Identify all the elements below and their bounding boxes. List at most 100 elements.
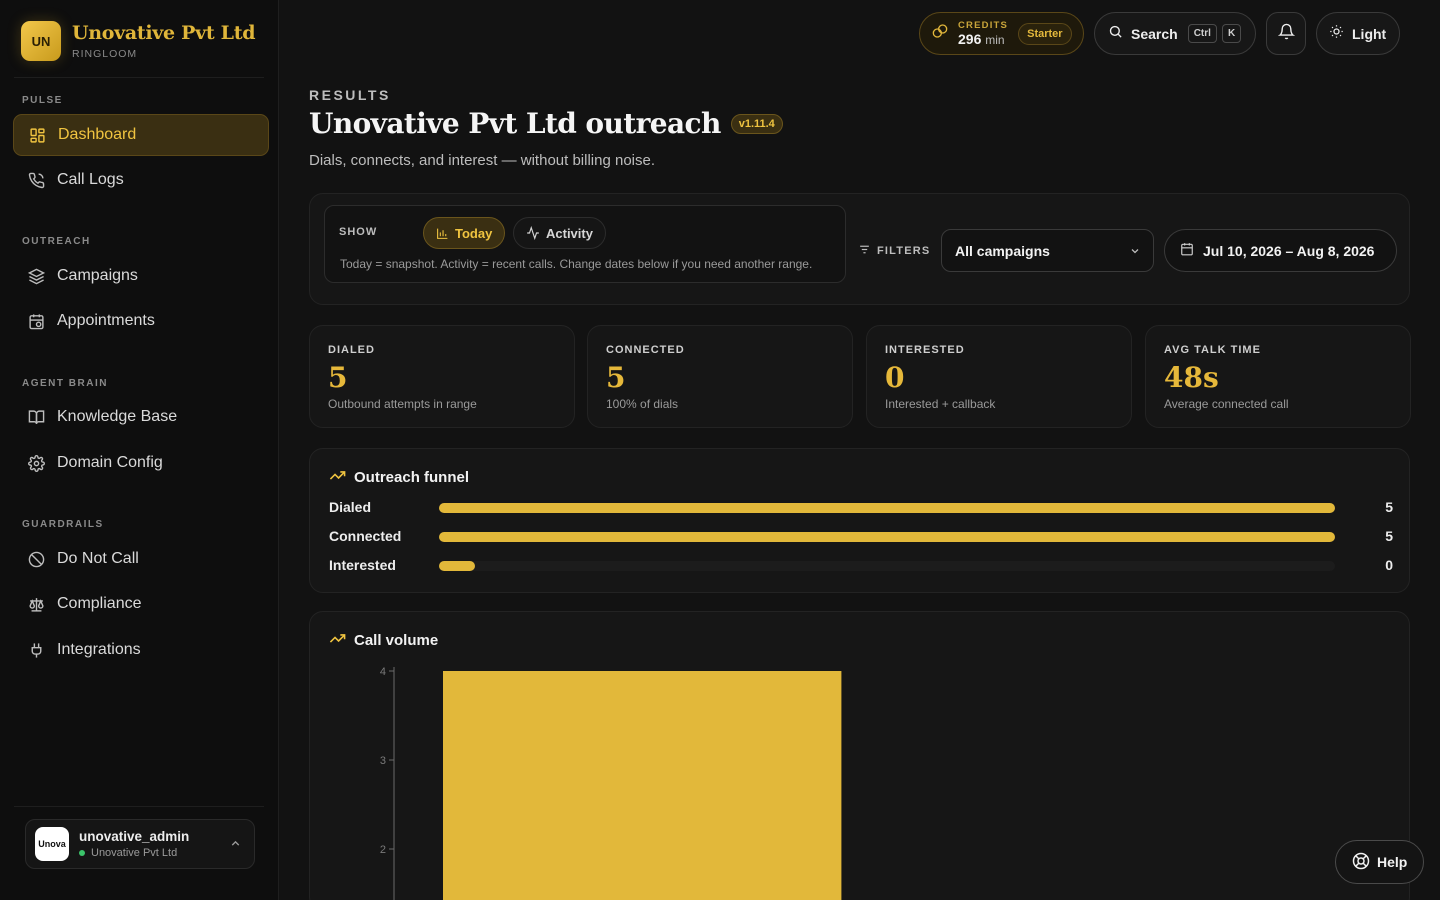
plan-badge: Starter [1018,22,1072,45]
sidebar-item-label: Appointments [57,312,155,329]
funnel-row-label: Connected [329,528,402,544]
activity-toggle[interactable]: Activity [513,217,606,249]
stat-note: 100% of dials [606,397,679,411]
ban-icon [27,550,45,568]
nav-section-agent-brain: AGENT BRAIN [22,378,108,389]
y-tick-label: 4 [380,666,386,678]
stat-card-avg-talk-time: AVG TALK TIME 48s Average connected call [1145,325,1411,428]
gear-icon [27,454,45,472]
sidebar-item-dashboard[interactable]: Dashboard [13,114,269,156]
stat-label: INTERESTED [885,344,965,356]
stat-label: DIALED [328,344,375,356]
sidebar-item-label: Campaigns [57,267,138,284]
sun-icon [1329,24,1344,44]
brand-logo: UN [21,21,61,61]
sidebar-item-knowledge-base[interactable]: Knowledge Base [13,396,269,438]
lifebuoy-icon [1352,852,1377,873]
nav-section-outreach: OUTREACH [22,236,91,247]
outreach-funnel-card: Outreach funnel Dialed 5 Connected 5 Int… [309,448,1410,593]
layers-icon [27,267,45,285]
date-range-picker[interactable]: Jul 10, 2026 – Aug 8, 2026 [1164,229,1397,272]
theme-label: Light [1352,25,1387,42]
chart-bar[interactable] [443,671,842,900]
funnel-track [439,503,1335,513]
trending-up-icon [329,467,354,488]
stat-value: 0 [885,361,905,394]
sidebar-item-call-logs[interactable]: Call Logs [13,159,269,201]
version-badge: v1.11.4 [730,113,783,134]
book-icon [27,408,45,426]
plug-icon [27,641,45,659]
stat-card-dialed: DIALED 5 Outbound attempts in range [309,325,575,428]
search-icon [1108,24,1123,44]
filters-label-row: FILTERS [858,243,930,259]
sidebar-item-compliance[interactable]: Compliance [13,583,269,625]
stat-note: Outbound attempts in range [328,397,477,411]
help-button[interactable]: Help [1335,840,1424,884]
search-label: Search [1131,25,1178,42]
today-label: Today [455,225,493,241]
sidebar-item-do-not-call[interactable]: Do Not Call [13,538,269,580]
call-volume-chart: 2 3 4 [380,666,842,900]
sidebar-item-domain-config[interactable]: Domain Config [13,442,269,484]
chevron-down-icon [1129,244,1141,260]
sidebar-item-label: Knowledge Base [57,408,178,425]
sidebar-item-label: Call Logs [57,171,124,188]
y-tick-label: 3 [380,755,386,767]
campaign-select[interactable]: All campaigns [941,229,1154,272]
funnel-row-value: 0 [1385,557,1393,573]
page-title-row: Unovative Pvt Ltd outreach v1.11.4 [309,107,783,140]
nav-section-pulse: PULSE [22,95,63,106]
credits-value: 296 [958,31,982,48]
today-toggle[interactable]: Today [423,217,506,249]
funnel-row-value: 5 [1385,499,1393,515]
funnel-track [439,561,1335,571]
bar-chart-icon [436,227,449,240]
campaign-select-value: All campaigns [955,242,1050,259]
scale-icon [27,595,45,613]
call-volume-card: Call volume 234 [309,611,1410,900]
user-menu[interactable]: Unova unovative_admin Unovative Pvt Ltd [25,819,255,869]
funnel-bar [439,503,1335,513]
calendar-icon [1180,242,1203,259]
show-label: SHOW [339,226,378,238]
activity-icon [526,226,540,240]
sidebar: UN Unovative Pvt Ltd RINGLOOM PULSE Dash… [0,0,279,900]
stat-value: 5 [328,361,348,394]
sidebar-item-appointments[interactable]: Appointments [13,300,269,342]
online-status-dot [79,850,85,856]
stat-note: Average connected call [1164,397,1289,411]
sidebar-item-label: Dashboard [58,126,137,143]
funnel-row-value: 5 [1385,528,1393,544]
user-org-row: Unovative Pvt Ltd [79,847,189,859]
funnel-bar [439,532,1335,542]
nav-section-guardrails: GUARDRAILS [22,519,104,530]
brand[interactable]: UN Unovative Pvt Ltd RINGLOOM [21,21,255,61]
user-name: unovative_admin [79,829,190,844]
stat-value: 5 [606,361,626,394]
y-tick-label: 2 [380,844,386,856]
activity-label: Activity [546,225,593,241]
sidebar-item-integrations[interactable]: Integrations [13,629,269,671]
credits-unit: min [985,33,1005,48]
search-button[interactable]: Search Ctrl K [1094,12,1256,55]
brand-name: Unovative Pvt Ltd [72,22,256,44]
theme-toggle-button[interactable]: Light [1316,12,1400,55]
credits-pill[interactable]: CREDITS 296 min Starter [919,12,1084,55]
sidebar-item-label: Integrations [57,641,141,658]
help-label: Help [1377,854,1408,870]
stat-value: 48s [1164,361,1219,394]
funnel-row-dialed: Dialed 5 [329,498,1393,518]
date-range-value: Jul 10, 2026 – Aug 8, 2026 [1203,242,1375,259]
calendar-icon [27,312,45,330]
notifications-button[interactable] [1266,12,1306,55]
sidebar-item-label: Do Not Call [57,550,139,567]
sidebar-item-campaigns[interactable]: Campaigns [13,255,269,297]
credits-icon [932,23,948,44]
filters-label: FILTERS [877,245,931,257]
page-subtitle: Dials, connects, and interest — without … [309,152,656,169]
controls-panel: SHOW Today Activity Today = snapshot. Ac… [309,193,1410,305]
show-hint: Today = snapshot. Activity = recent call… [340,257,813,271]
sidebar-item-label: Domain Config [57,454,163,471]
user-org: Unovative Pvt Ltd [91,847,178,859]
